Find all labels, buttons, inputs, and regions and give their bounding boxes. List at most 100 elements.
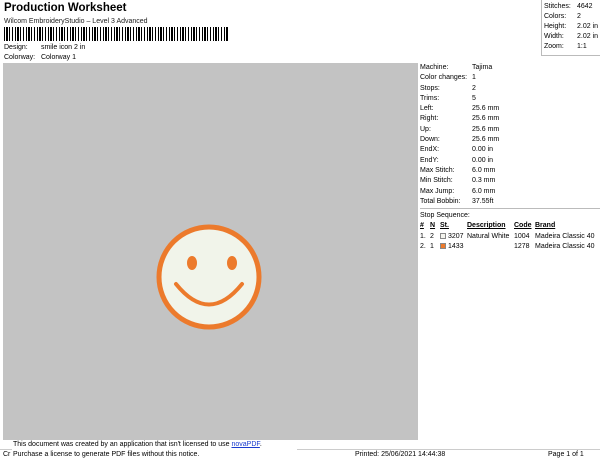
cell-code: 1278 xyxy=(514,243,530,251)
stat-height: Height: 2.02 in xyxy=(544,22,600,32)
machine-info-row: Down: 25.6 mm xyxy=(420,135,600,145)
machine-info-row: Max Stitch: 6.0 mm xyxy=(420,166,600,176)
notice-line1: This document was created by an applicat… xyxy=(13,441,232,448)
machine-info-row: Color changes: 1 xyxy=(420,73,600,83)
machine-info-row: EndY: 0.00 in xyxy=(420,156,600,166)
cell-st: 1433 xyxy=(440,242,467,253)
notice-line1-end: . xyxy=(259,441,262,448)
colorway-label: Colorway: xyxy=(4,54,36,61)
stat-colors: Colors: 2 xyxy=(544,12,600,22)
machine-info-row: EndX: 0.00 in xyxy=(420,145,600,155)
info-value: 25.6 mm xyxy=(472,115,500,123)
footer-left-text: Cr xyxy=(3,451,11,458)
info-value: 37.55ft xyxy=(472,197,494,205)
machine-info-row: Up: 25.6 mm xyxy=(420,125,600,135)
info-value: 2 xyxy=(472,84,476,92)
stitch-count: 1433 xyxy=(448,243,464,251)
cell-n: 2 xyxy=(430,232,434,240)
software-subtitle: Wilcom EmbroideryStudio – Level 3 Advanc… xyxy=(4,18,148,25)
color-swatch xyxy=(440,243,446,250)
stat-value: 4642 xyxy=(577,3,593,10)
col-brand: Brand xyxy=(535,222,556,230)
info-label: Down: xyxy=(420,136,440,144)
table-row: 2. 1 1433 1278 Madeira Classic 40 xyxy=(420,242,600,253)
color-swatch xyxy=(440,232,446,239)
barcode xyxy=(4,27,228,41)
info-label: Right: xyxy=(420,115,439,123)
stop-sequence-title: Stop Sequence: xyxy=(420,212,470,220)
design-value: smile icon 2 in xyxy=(40,44,86,51)
machine-info-row: Left: 25.6 mm xyxy=(420,104,600,114)
info-value: 0.00 in xyxy=(472,146,494,154)
design-label: Design: xyxy=(4,44,28,51)
col-num: # xyxy=(420,222,424,230)
info-label: Total Bobbin: xyxy=(420,197,461,205)
machine-info-list: Machine: Tajima Color changes: 1 Stops: 2 Trim… xyxy=(420,63,600,207)
info-value: 0.3 mm xyxy=(472,177,496,185)
info-label: EndY: xyxy=(420,156,439,164)
printed-date: Printed: 25/06/2021 14:44:38 xyxy=(355,451,446,458)
stop-sequence-header: # N St. Description Code Brand xyxy=(420,221,600,232)
info-value: 6.0 mm xyxy=(472,166,496,174)
stat-label: Zoom: xyxy=(544,43,564,50)
cell-st: 3207 xyxy=(440,232,467,243)
smiley-design xyxy=(156,224,262,330)
machine-info-row: Right: 25.6 mm xyxy=(420,114,600,124)
table-row: 1. 2 3207 Natural White 1004 Madeira Classic … xyxy=(420,232,600,243)
smiley-face xyxy=(156,224,262,330)
cell-desc xyxy=(467,242,514,253)
machine-info-row: Stops: 2 xyxy=(420,84,600,94)
page-number: Page 1 of 1 xyxy=(548,451,584,458)
divider xyxy=(420,208,600,210)
info-value: 1 xyxy=(472,74,476,82)
stat-label: Width: xyxy=(544,33,564,40)
col-code: Code xyxy=(514,222,532,230)
page-title: Production Worksheet xyxy=(4,2,127,14)
info-value: 25.6 mm xyxy=(472,105,500,113)
info-value: Tajima xyxy=(472,64,493,71)
stat-label: Stitches: xyxy=(544,3,571,10)
info-label: Left: xyxy=(420,105,434,113)
info-label: Machine: xyxy=(420,64,449,71)
cell-num: 2. xyxy=(420,243,426,251)
stat-label: Height: xyxy=(544,23,567,30)
info-label: Color changes: xyxy=(420,74,468,82)
cell-num: 1. xyxy=(420,232,426,240)
stat-value: 1:1 xyxy=(577,43,587,50)
cell-code: 1004 xyxy=(514,232,530,240)
info-label: EndX: xyxy=(420,146,440,154)
cell-brand: Madeira Classic 40 xyxy=(535,232,595,240)
info-value: 25.6 mm xyxy=(472,125,500,133)
stats-box: Stitches: 4642 Colors: 2 Height: 2.02 in Wi… xyxy=(541,0,600,56)
col-st: St. xyxy=(440,222,449,230)
info-label: Trims: xyxy=(420,94,440,102)
machine-info-row: Machine: Tajima xyxy=(420,63,600,73)
smiley-left-eye xyxy=(187,256,197,270)
stop-sequence-rows: 1. 2 3207 Natural White 1004 Madeira Classic … xyxy=(420,232,600,253)
design-preview-canvas xyxy=(3,63,418,440)
info-label: Max Stitch: xyxy=(420,166,455,174)
info-label: Min Stitch: xyxy=(420,177,453,185)
stat-label: Colors: xyxy=(544,13,567,20)
smiley-right-eye xyxy=(227,256,237,270)
novapdf-link[interactable]: novaPDF xyxy=(231,441,259,448)
info-value: 0.00 in xyxy=(472,156,494,164)
license-notice: This document was created by an applicat… xyxy=(12,440,297,462)
stat-value: 2.02 in xyxy=(577,23,599,30)
notice-line2: Purchase a license to generate PDF files… xyxy=(13,451,200,458)
machine-info-row: Trims: 5 xyxy=(420,94,600,104)
info-label: Max Jump: xyxy=(420,187,455,195)
stitch-count: 3207 xyxy=(448,232,464,240)
machine-info-row: Min Stitch: 0.3 mm xyxy=(420,176,600,186)
cell-brand: Madeira Classic 40 xyxy=(535,243,595,251)
colorway-value: Colorway 1 xyxy=(40,54,76,61)
stat-zoom: Zoom: 1:1 xyxy=(544,42,600,52)
stat-stitches: Stitches: 4642 xyxy=(544,2,600,12)
stat-value: 2 xyxy=(577,13,581,20)
cell-n: 1 xyxy=(430,243,434,251)
info-panel: Machine: Tajima Color changes: 1 Stops: 2 Trim… xyxy=(420,63,600,253)
info-label: Up: xyxy=(420,125,431,133)
info-label: Stops: xyxy=(420,84,440,92)
col-desc: Description xyxy=(467,222,506,230)
info-value: 25.6 mm xyxy=(472,136,500,144)
